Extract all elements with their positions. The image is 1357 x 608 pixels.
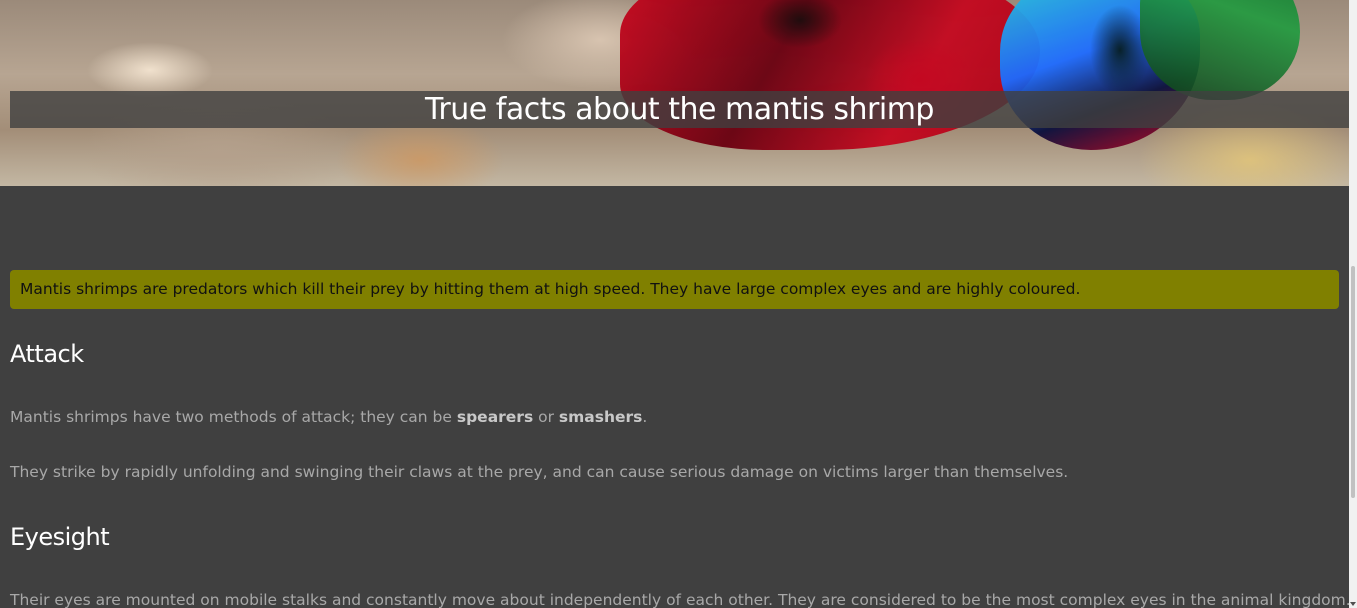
title-banner: True facts about the mantis shrimp bbox=[10, 91, 1349, 128]
section-heading-attack: Attack bbox=[10, 340, 84, 368]
chevron-down-icon[interactable] bbox=[1350, 602, 1356, 606]
attack-paragraph-strike: They strike by rapidly unfolding and swi… bbox=[10, 463, 1069, 481]
vertical-scrollbar[interactable] bbox=[1349, 0, 1357, 608]
attack-paragraph-methods: Mantis shrimps have two methods of attac… bbox=[10, 408, 647, 426]
text-segment: Mantis shrimps have two methods of attac… bbox=[10, 408, 457, 426]
text-segment: . bbox=[642, 408, 648, 426]
section-heading-eyesight: Eyesight bbox=[10, 523, 110, 551]
page: True facts about the mantis shrimp Manti… bbox=[0, 0, 1357, 608]
text-segment: or bbox=[533, 408, 559, 426]
page-title: True facts about the mantis shrimp bbox=[425, 92, 934, 127]
eyesight-paragraph: Their eyes are mounted on mobile stalks … bbox=[10, 591, 1351, 608]
term-smashers: smashers bbox=[558, 408, 643, 426]
term-spearers: spearers bbox=[456, 408, 534, 426]
scrollbar-thumb[interactable] bbox=[1351, 266, 1355, 498]
intro-callout: Mantis shrimps are predators which kill … bbox=[10, 270, 1339, 309]
